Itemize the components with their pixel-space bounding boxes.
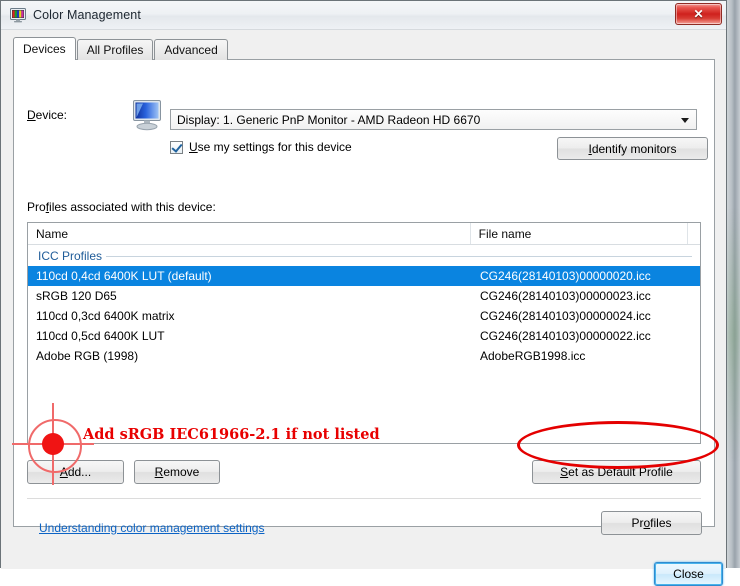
column-header-name[interactable]: Name (28, 223, 471, 244)
remove-button[interactable]: Remove (134, 460, 220, 484)
profile-name: 110cd 0,5cd 6400K LUT (36, 329, 165, 343)
dialog-client-area: Devices All Profiles Advanced Device: Di… (1, 30, 726, 586)
tab-advanced[interactable]: Advanced (154, 39, 228, 60)
table-row[interactable]: 110cd 0,5cd 6400K LUT CG246(28140103)000… (28, 326, 700, 346)
tab-all-profiles[interactable]: All Profiles (76, 39, 154, 60)
tab-advanced-label: Advanced (164, 43, 218, 57)
profiles-group-header: ICC Profiles (28, 245, 700, 266)
column-header-filename[interactable]: File name (471, 223, 689, 244)
set-as-default-profile-button[interactable]: Set as Default Profile (532, 460, 701, 484)
tab-strip: Devices All Profiles Advanced (13, 37, 229, 60)
set-as-default-profile-label: Set as Default Profile (560, 465, 673, 479)
tab-devices-label: Devices (23, 42, 66, 56)
profiles-list[interactable]: Name File name ICC Profiles 110cd 0,4cd … (27, 222, 701, 444)
profiles-section-label: Profiles associated with this device: (27, 200, 216, 214)
window-title: Color Management (33, 8, 141, 22)
background-right-strip (727, 0, 740, 568)
profiles-list-header: Name File name (28, 223, 700, 245)
group-divider-line (106, 256, 692, 257)
close-button-label: Close (673, 567, 704, 581)
column-header-spacer (688, 223, 700, 244)
profile-filename: CG246(28140103)00000023.icc (480, 289, 651, 303)
close-icon: ✕ (693, 7, 704, 21)
device-label-rest: evice: (35, 108, 68, 122)
monitor-icon (130, 98, 165, 132)
color-monitor-icon (10, 7, 26, 23)
table-row[interactable]: 110cd 0,4cd 6400K LUT (default) CG246(28… (28, 266, 700, 286)
checkbox-checked-icon (170, 140, 183, 154)
device-select[interactable]: Display: 1. Generic PnP Monitor - AMD Ra… (170, 109, 697, 130)
use-my-settings-checkbox[interactable]: Use my settings for this device (170, 140, 352, 154)
column-header-filename-label: File name (478, 226, 532, 241)
close-button[interactable]: Close (654, 562, 723, 586)
profiles-button-label: Profiles (631, 516, 672, 530)
profile-filename: AdobeRGB1998.icc (480, 349, 586, 363)
footer-divider (27, 498, 701, 499)
table-row[interactable]: Adobe RGB (1998) AdobeRGB1998.icc (28, 346, 700, 366)
column-header-name-label: Name (36, 226, 69, 241)
device-select-value: Display: 1. Generic PnP Monitor - AMD Ra… (177, 112, 481, 127)
profile-name: 110cd 0,4cd 6400K LUT (default) (36, 269, 212, 283)
table-row[interactable]: sRGB 120 D65 CG246(28140103)00000023.icc (28, 286, 700, 306)
profile-filename: CG246(28140103)00000024.icc (480, 309, 651, 323)
add-button[interactable]: Add... (27, 460, 124, 484)
identify-monitors-button[interactable]: Identify monitors (557, 137, 708, 160)
understanding-color-management-link[interactable]: Understanding color management settings (39, 521, 264, 535)
add-button-label: Add... (59, 465, 92, 479)
profiles-group-label: ICC Profiles (38, 248, 103, 263)
tab-all-profiles-label: All Profiles (86, 43, 144, 57)
profile-name: sRGB 120 D65 (36, 289, 117, 303)
use-my-settings-label: Use my settings for this device (189, 140, 352, 154)
annotation-note: Add sRGB IEC61966-2.1 if not listed (83, 426, 380, 443)
profile-name: 110cd 0,3cd 6400K matrix (36, 309, 175, 323)
remove-button-label: Remove (154, 465, 200, 479)
title-bar: Color Management ✕ (1, 1, 726, 30)
color-management-dialog: Color Management ✕ Devices All Profiles … (0, 0, 727, 586)
chevron-down-icon (681, 118, 689, 123)
identify-monitors-label: Identify monitors (588, 141, 677, 156)
table-row[interactable]: 110cd 0,3cd 6400K matrix CG246(28140103)… (28, 306, 700, 326)
profile-filename: CG246(28140103)00000020.icc (480, 269, 651, 283)
profile-filename: CG246(28140103)00000022.icc (480, 329, 651, 343)
tab-devices[interactable]: Devices (13, 37, 76, 60)
window-close-button[interactable]: ✕ (675, 3, 722, 25)
profile-name: Adobe RGB (1998) (36, 349, 139, 363)
profiles-button[interactable]: Profiles (601, 511, 702, 535)
device-label: Device: (27, 108, 68, 122)
